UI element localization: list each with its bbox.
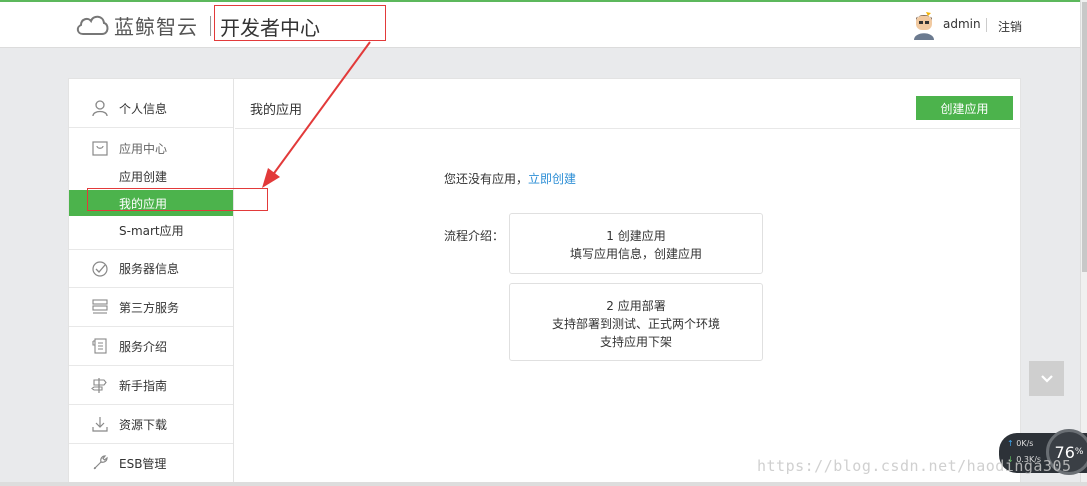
scrollbar-thumb[interactable] [1082, 2, 1087, 272]
arrow-up-icon: ↑ [1007, 439, 1014, 448]
annotation-box-title [214, 5, 386, 41]
upload-speed: ↑ 0K/s [1007, 439, 1033, 448]
flow-step-line: 支持应用下架 [599, 335, 672, 349]
check-circle-icon [91, 260, 109, 278]
avatar[interactable] [912, 10, 936, 40]
flow-step-line: 填写应用信息，创建应用 [569, 247, 702, 261]
flow-step-card: 1 创建应用 填写应用信息，创建应用 [509, 213, 763, 274]
sidebar-group-label: 应用中心 [119, 141, 168, 156]
gauge-percent-unit: % [1074, 447, 1084, 457]
sidebar: 个人信息 应用中心 应用创建 我的应用 S-mart应用 服务器信息 第三方服务 [69, 79, 234, 486]
signpost-icon [91, 376, 109, 394]
brand-name: 蓝鲸智云 [114, 14, 198, 39]
sidebar-item-guide[interactable]: 新手指南 [69, 366, 233, 405]
flow-step-title: 2 应用部署 [606, 299, 666, 313]
cloud-logo-icon [76, 15, 109, 35]
sidebar-sub-create-app[interactable]: 应用创建 [69, 163, 233, 189]
create-app-button[interactable]: 创建应用 [916, 96, 1013, 120]
scroll-icon [91, 337, 109, 355]
header-bar: 蓝鲸智云 开发者中心 admin 注销 [0, 2, 1080, 48]
bottom-strip [0, 482, 1087, 486]
wrench-icon [91, 454, 109, 472]
sidebar-sub-smart-apps[interactable]: S-mart应用 [69, 217, 233, 243]
sidebar-item-downloads[interactable]: 资源下载 [69, 405, 233, 444]
watermark: https://blog.csdn.net/haodinga305 [757, 457, 1072, 475]
create-now-link[interactable]: 立即创建 [528, 172, 576, 186]
sidebar-item-label: 资源下载 [119, 417, 168, 432]
main-panel: 个人信息 应用中心 应用创建 我的应用 S-mart应用 服务器信息 第三方服务 [68, 78, 1021, 486]
sidebar-item-label: 新手指南 [119, 378, 168, 393]
sidebar-group-app-center[interactable]: 应用中心 [69, 138, 233, 158]
page-title: 我的应用 [250, 103, 303, 118]
username[interactable]: admin [943, 17, 981, 31]
sidebar-item-personal-info[interactable]: 个人信息 [69, 89, 233, 128]
page-scrollbar[interactable] [1080, 0, 1087, 486]
sidebar-item-label: ESB管理 [119, 456, 167, 471]
server-stack-icon [91, 298, 109, 316]
header-user-divider [986, 18, 987, 32]
user-icon [91, 99, 109, 117]
empty-state-text: 您还没有应用， [444, 172, 529, 186]
flow-step-card: 2 应用部署 支持部署到测试、正式两个环境 支持应用下架 [509, 283, 763, 361]
download-icon [91, 415, 109, 433]
empty-state-message: 您还没有应用，立即创建 [444, 170, 576, 187]
sidebar-item-label: 服务介绍 [119, 339, 168, 354]
bag-icon [91, 139, 109, 157]
logout-link[interactable]: 注销 [998, 18, 1022, 35]
logo[interactable]: 蓝鲸智云 [74, 10, 198, 40]
content-header: 我的应用 创建应用 [235, 79, 1021, 129]
sidebar-item-third-party[interactable]: 第三方服务 [69, 288, 233, 327]
header-divider [210, 16, 211, 36]
sidebar-item-label: 个人信息 [119, 101, 168, 116]
sidebar-item-label: 第三方服务 [119, 300, 180, 315]
annotation-box-menu [87, 188, 268, 211]
sidebar-item-label: 服务器信息 [119, 262, 180, 276]
flow-step-line: 支持部署到测试、正式两个环境 [551, 317, 720, 331]
sidebar-item-service-intro[interactable]: 服务介绍 [69, 327, 233, 366]
sidebar-item-esb[interactable]: ESB管理 [69, 444, 233, 483]
flow-label: 流程介绍： [444, 229, 505, 243]
chevron-down-icon [1040, 374, 1053, 383]
upload-speed-value: 0K/s [1016, 439, 1034, 448]
flow-step-title: 1 创建应用 [606, 229, 666, 243]
scroll-down-button[interactable] [1029, 361, 1064, 396]
sidebar-item-server-info[interactable]: 服务器信息 [69, 249, 233, 288]
